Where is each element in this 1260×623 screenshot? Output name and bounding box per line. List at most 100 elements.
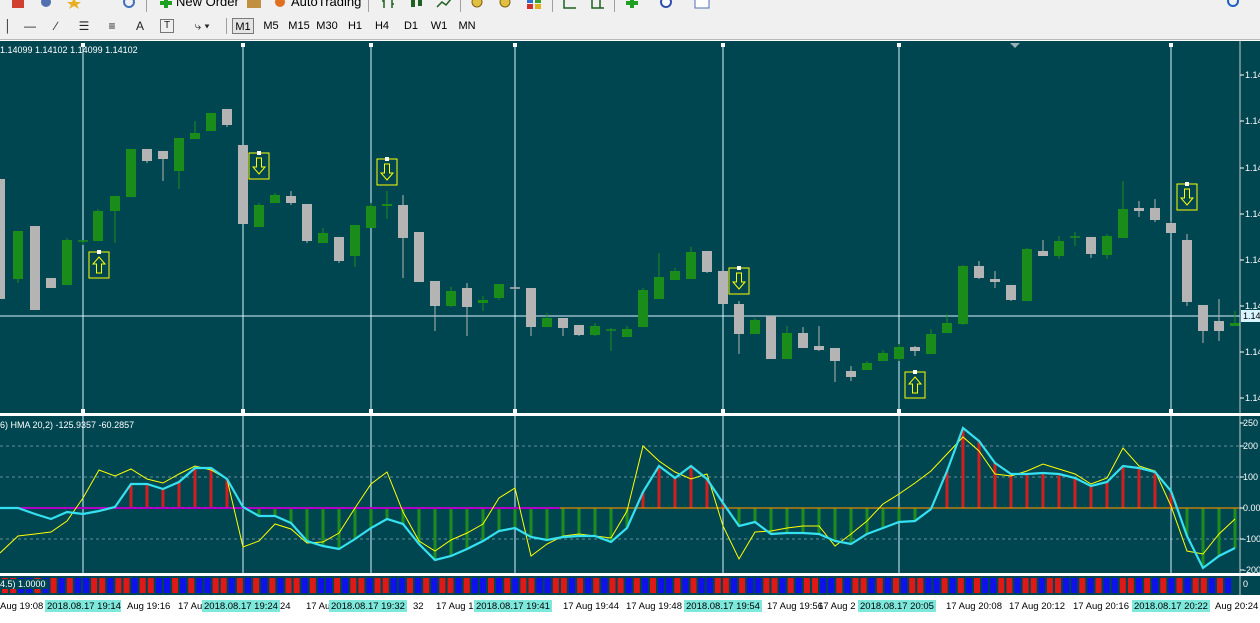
- auto-trading-icon[interactable]: [272, 0, 288, 9]
- signal-bar: [172, 578, 179, 593]
- autoscroll-icon[interactable]: [562, 0, 578, 9]
- zoom-in-icon[interactable]: [470, 0, 486, 9]
- candlestick-chart-icon[interactable]: [408, 0, 424, 9]
- timeframe-m15-button[interactable]: M15: [287, 18, 311, 34]
- timeframe-w1-button[interactable]: W1: [428, 18, 450, 34]
- time-label: 17 Aug 20:08: [946, 601, 1002, 612]
- price-label: 1.14: [1245, 163, 1260, 173]
- candle-body: [366, 206, 376, 228]
- candle-body: [1166, 223, 1176, 233]
- candle-body: [1230, 323, 1240, 326]
- new-order-icon[interactable]: [158, 0, 174, 9]
- equidistant-channel-icon[interactable]: ☰: [76, 18, 92, 34]
- signal-bar: [1046, 578, 1053, 593]
- trendline-icon[interactable]: ∕: [48, 18, 64, 34]
- time-label: 24: [280, 601, 291, 612]
- candle-body: [878, 353, 888, 361]
- candle-body: [1214, 321, 1224, 331]
- chart-shift-icon[interactable]: [590, 0, 606, 9]
- candle-body: [302, 204, 312, 241]
- hma-line: [0, 426, 1236, 570]
- text-icon[interactable]: A: [132, 18, 148, 34]
- histogram-bar: [1025, 474, 1029, 508]
- candle-body: [830, 348, 840, 361]
- timeframe-m30-button[interactable]: M30: [315, 18, 339, 34]
- signal-bars-right-label: 0: [1243, 579, 1249, 589]
- line-chart-icon[interactable]: [436, 0, 452, 9]
- hma-indicator-panel[interactable]: 250 200 100 0.00 -100 -200 6) HMA 20,2) -125.…: [0, 416, 1260, 575]
- time-label: 17 Aug 20:16: [1073, 601, 1129, 612]
- histogram-bar: [881, 508, 885, 528]
- zoom-out-icon[interactable]: [498, 0, 514, 9]
- histogram-bar: [369, 508, 373, 528]
- signal-bar: [836, 578, 843, 593]
- signal-bar: [909, 578, 916, 593]
- new-chart-icon[interactable]: [10, 0, 26, 9]
- signal-bar: [1136, 578, 1142, 593]
- indicators-icon[interactable]: [624, 0, 640, 9]
- hma-indicator-label: 6) HMA 20,2) -125.9357 -60.2857: [0, 420, 135, 430]
- zoom-icon[interactable]: [122, 0, 138, 9]
- vertical-marker-handle: [721, 43, 725, 47]
- timeframe-m5-button[interactable]: M5: [260, 18, 282, 34]
- signal-bars-chart[interactable]: [0, 576, 1260, 595]
- candle-body: [1182, 240, 1192, 302]
- price-label: 1.14: [1245, 209, 1260, 219]
- templates-icon[interactable]: [694, 0, 710, 9]
- histogram-bar: [273, 508, 277, 516]
- price-label: 1.14: [1245, 347, 1260, 357]
- signal-bar: [1103, 578, 1110, 593]
- signal-bar: [131, 578, 138, 593]
- candle-body: [798, 333, 808, 348]
- periods-icon[interactable]: [658, 0, 674, 9]
- signal-bar: [447, 578, 454, 593]
- signal-bar: [941, 578, 948, 593]
- auto-trading-button[interactable]: AutoTrading: [291, 0, 361, 9]
- histogram-bar: [513, 508, 517, 528]
- signal-bar: [990, 578, 997, 593]
- signal-bar: [366, 578, 373, 593]
- search-icon[interactable]: [1226, 0, 1242, 9]
- candle-body: [430, 281, 440, 306]
- signal-bar: [374, 578, 381, 593]
- cursor-icon[interactable]: │: [0, 18, 16, 34]
- horizontal-line-icon[interactable]: —: [22, 18, 38, 34]
- candle-body: [574, 325, 584, 335]
- signal-bar: [228, 578, 235, 593]
- signal-bar: [423, 578, 430, 593]
- chart-window[interactable]: 1.141.141.141.141.141.141.141.141.14 1.1…: [0, 41, 1260, 618]
- timeframe-m1-button[interactable]: M1: [232, 18, 254, 34]
- timeframe-h4-button[interactable]: H4: [371, 18, 393, 34]
- candle-body: [702, 251, 712, 272]
- timeframe-mn-button[interactable]: MN: [456, 18, 478, 34]
- signal-bar: [917, 578, 924, 593]
- text-label-icon[interactable]: T: [160, 19, 174, 33]
- meta-editor-icon[interactable]: [246, 0, 262, 9]
- candlestick-chart[interactable]: 1.141.141.141.141.141.141.141.141.14: [0, 41, 1260, 413]
- tile-windows-icon[interactable]: [526, 0, 542, 9]
- signal-bar: [58, 578, 65, 593]
- signal-bar: [1030, 578, 1037, 593]
- profiles-icon[interactable]: [38, 0, 54, 9]
- fibonacci-icon[interactable]: ≡: [104, 18, 120, 34]
- signal-bar: [1055, 578, 1061, 593]
- time-axis: Aug 19:08 2018.08.17 19:14 Aug 19:16 17 Au 2…: [0, 596, 1260, 618]
- timeframe-h1-button[interactable]: H1: [344, 18, 366, 34]
- hma-indicator-chart[interactable]: 250 200 100 0.00 -100 -200: [0, 416, 1260, 575]
- bar-chart-icon[interactable]: [380, 0, 396, 9]
- signal-bar: [115, 578, 122, 593]
- histogram-bar: [1137, 468, 1141, 508]
- timeframe-d1-button[interactable]: D1: [400, 18, 422, 34]
- signal-bar: [504, 578, 511, 593]
- signal-bar: [293, 578, 300, 593]
- histogram-bar: [945, 471, 949, 508]
- favorites-icon[interactable]: [66, 0, 82, 9]
- main-price-panel[interactable]: 1.141.141.141.141.141.141.141.141.14 1.1…: [0, 41, 1260, 413]
- signal-bars-panel[interactable]: 4.5) 1.0000 0: [0, 576, 1260, 595]
- new-order-button[interactable]: New Order: [176, 0, 239, 9]
- signal-bar: [731, 578, 737, 593]
- arrows-icon[interactable]: ⤷ ▾: [188, 18, 216, 34]
- candle-body: [750, 320, 760, 334]
- signal-bar: [876, 578, 883, 593]
- signal-bars-label: 4.5) 1.0000: [0, 579, 48, 589]
